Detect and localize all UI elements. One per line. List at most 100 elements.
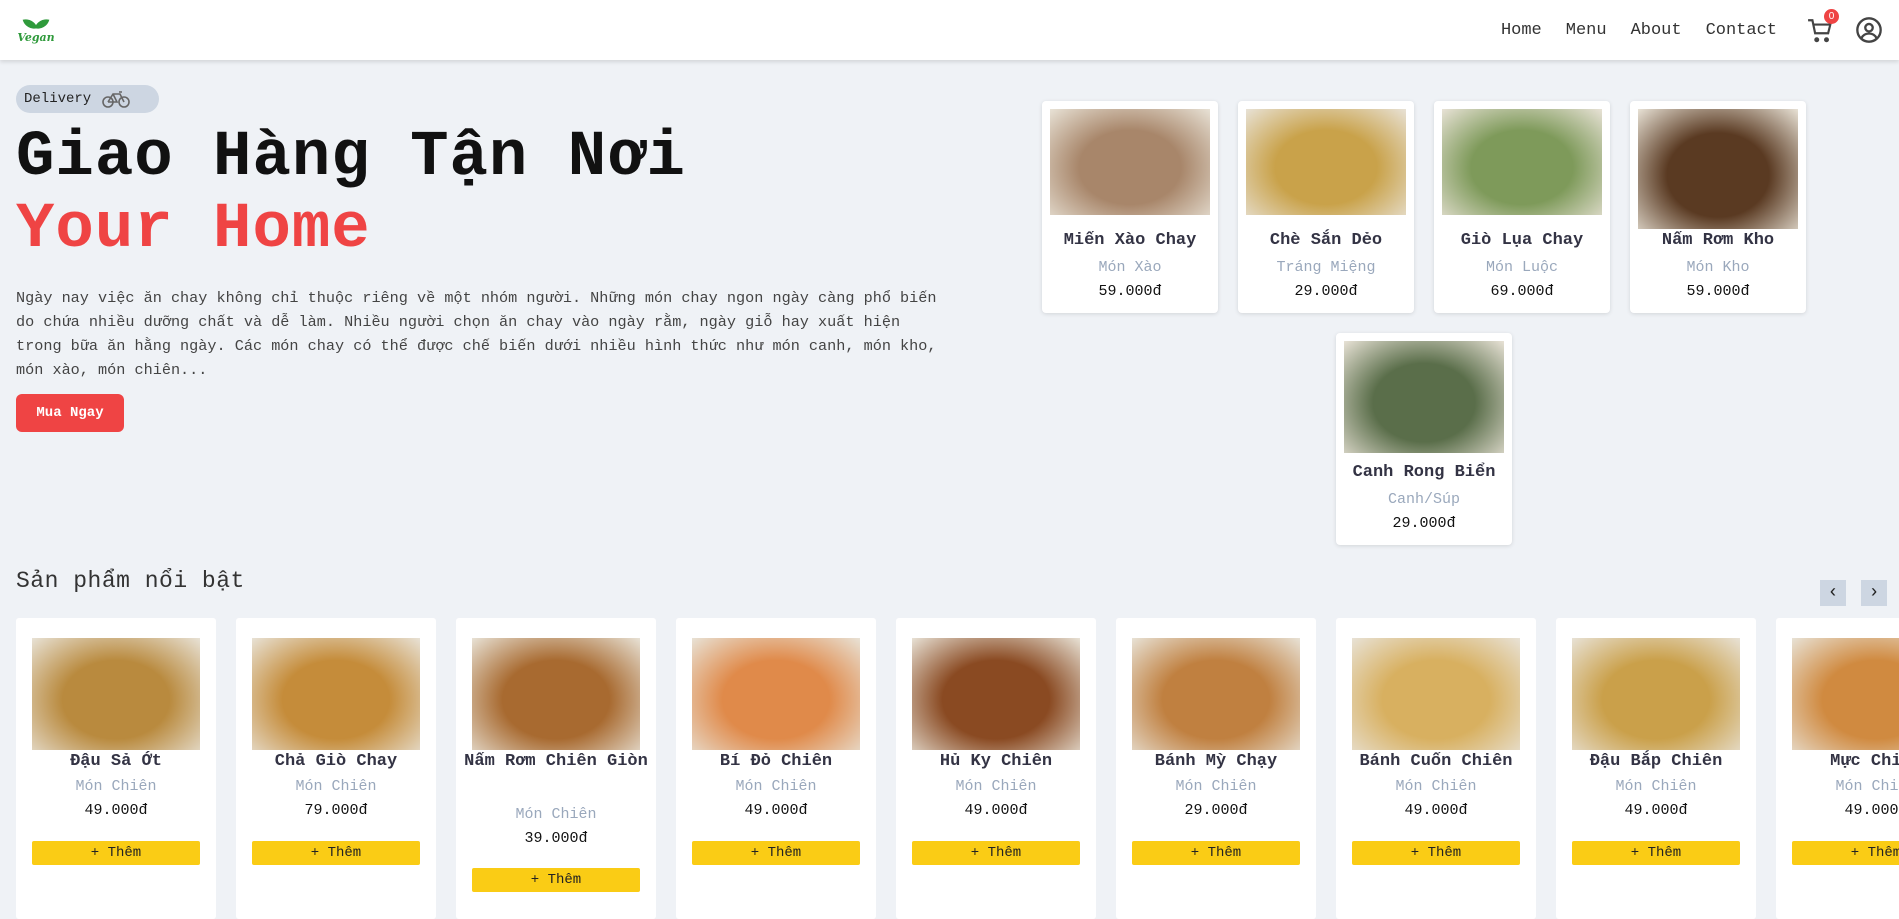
product-price: 29.000đ [1184,802,1248,819]
add-to-cart-button[interactable]: + Thêm [1572,841,1740,865]
product-category: Canh/Súp [1387,491,1460,508]
product-name: Đậu Sả Ớt [70,752,162,771]
product-name: Bí Đỏ Chiên [719,752,833,771]
leaf-icon [23,18,49,32]
hero-description: Ngày nay việc ăn chay không chỉ thuộc ri… [16,289,937,379]
product-category: Món Chiên [75,778,157,795]
product-card[interactable]: Bánh Cuốn Chiên Món Chiên 49.000đ + Thêm [1336,618,1536,919]
product-price: 49.000đ [744,802,808,819]
product-category: Món Xào [1098,259,1162,276]
featured-section-title: Sản phẩm nổi bật [16,568,245,594]
food-image [1792,638,1899,750]
food-image [1638,109,1798,229]
bicycle-icon [102,91,131,108]
product-price: 29.000đ [1294,283,1358,300]
product-price: 29.000đ [1392,515,1456,532]
add-to-cart-button[interactable]: + Thêm [32,841,200,865]
product-name: Đậu Bắp Chiên [1589,752,1723,771]
product-category: Món Chiên [1615,778,1697,795]
hero-product-card[interactable]: Nấm Rơm Kho Món Kho 59.000đ [1630,101,1806,313]
add-to-cart-button[interactable]: + Thêm [1352,841,1520,865]
product-name: Canh Rong Biển [1352,463,1496,482]
food-image [1050,109,1210,215]
product-category: Món Chiên [1395,778,1477,795]
product-name: Bánh Cuốn Chiên [1359,752,1513,771]
product-card[interactable]: Bí Đỏ Chiên Món Chiên 49.000đ + Thêm [676,618,876,919]
product-price: 49.000đ [964,802,1028,819]
hero-title: Giao Hàng Tận Nơi [16,122,686,194]
hero-product-card[interactable]: Canh Rong Biển Canh/Súp 29.000đ [1336,333,1512,545]
food-image [1442,109,1602,215]
buy-now-button[interactable]: Mua Ngay [16,394,124,432]
product-category: Món Kho [1686,259,1750,276]
product-price: 49.000đ [1404,802,1468,819]
product-price: 49.000đ [1624,802,1688,819]
food-image [1572,638,1740,750]
product-card[interactable]: Bánh Mỳ Chạy Món Chiên 29.000đ + Thêm [1116,618,1316,919]
product-price: 59.000đ [1098,283,1162,300]
food-image [1132,638,1300,750]
product-price: 69.000đ [1490,283,1554,300]
product-card[interactable]: Hủ Ky Chiên Món Chiên 49.000đ + Thêm [896,618,1096,919]
nav-menu: Home Menu About Contact 0 [1477,9,1883,44]
product-card[interactable]: Nấm Rơm Chiên Giòn Món Chiên 39.000đ + Thêm [456,618,656,919]
chevron-right-icon: › [1868,583,1880,603]
food-image [32,638,200,750]
food-image [1246,109,1406,215]
product-category: Món Chiên [295,778,377,795]
food-image [912,638,1080,750]
carousel-next-button[interactable]: › [1861,580,1887,606]
nav-link-menu[interactable]: Menu [1566,21,1607,40]
hero-product-card[interactable]: Chè Sắn Dẻo Tráng Miệng 29.000đ [1238,101,1414,313]
food-image [472,638,640,750]
add-to-cart-button[interactable]: + Thêm [472,868,640,892]
product-name: Nấm Rơm Kho [1661,231,1775,250]
product-price: 49.000đ [84,802,148,819]
product-price: 59.000đ [1686,283,1750,300]
product-category: Món Chiên [1175,778,1257,795]
product-name: Giò Lụa Chay [1460,231,1584,250]
add-to-cart-button[interactable]: + Thêm [912,841,1080,865]
food-image [1344,341,1504,453]
product-category: Món Luộc [1485,259,1558,276]
logo-text: Vegan [17,30,55,44]
product-category: Món Chiên [735,778,817,795]
delivery-label: Delivery [24,91,92,107]
product-card[interactable]: Đậu Sả Ớt Món Chiên 49.000đ + Thêm [16,618,216,919]
nav-link-contact[interactable]: Contact [1706,21,1777,40]
hero-product-card[interactable]: Miến Xào Chay Món Xào 59.000đ [1042,101,1218,313]
chevron-left-icon: ‹ [1827,583,1839,603]
add-to-cart-button[interactable]: + Thêm [1132,841,1300,865]
product-card[interactable]: Mực Chiên Món Chiên 49.000đ + Thêm [1776,618,1899,919]
product-category: Tráng Miệng [1276,259,1376,276]
hero-product-card[interactable]: Giò Lụa Chay Món Luộc 69.000đ [1434,101,1610,313]
food-image [692,638,860,750]
cart-count-badge: 0 [1824,9,1839,24]
navbar: Vegan Home Menu About Contact 0 [0,0,1899,60]
cart-button[interactable]: 0 [1807,9,1839,43]
delivery-badge: Delivery [16,85,159,113]
product-card[interactable]: Đậu Bắp Chiên Món Chiên 49.000đ + Thêm [1556,618,1756,919]
product-card[interactable]: Chả Giò Chay Món Chiên 79.000đ + Thêm [236,618,436,919]
nav-link-about[interactable]: About [1631,21,1682,40]
product-name: Nấm Rơm Chiên Giòn [464,752,648,771]
product-price: 79.000đ [304,802,368,819]
add-to-cart-button[interactable]: + Thêm [1792,841,1899,865]
product-name: Hủ Ky Chiên [939,752,1053,771]
vegan-logo[interactable]: Vegan [16,18,56,43]
user-circle-icon [1856,17,1882,43]
product-price: 49.000đ [1844,802,1899,819]
product-name: Miến Xào Chay [1063,231,1197,250]
product-category: Món Chiên [515,806,597,823]
user-account-button[interactable] [1855,16,1883,44]
carousel-prev-button[interactable]: ‹ [1820,580,1846,606]
product-name: Bánh Mỳ Chạy [1154,752,1278,771]
hero-subtitle: Your Home [16,194,371,266]
add-to-cart-button[interactable]: + Thêm [692,841,860,865]
nav-link-home[interactable]: Home [1501,21,1542,40]
food-image [1352,638,1520,750]
add-to-cart-button[interactable]: + Thêm [252,841,420,865]
product-category: Món Chiên [1835,778,1899,795]
product-name: Chả Giò Chay [274,752,398,771]
product-price: 39.000đ [524,830,588,847]
